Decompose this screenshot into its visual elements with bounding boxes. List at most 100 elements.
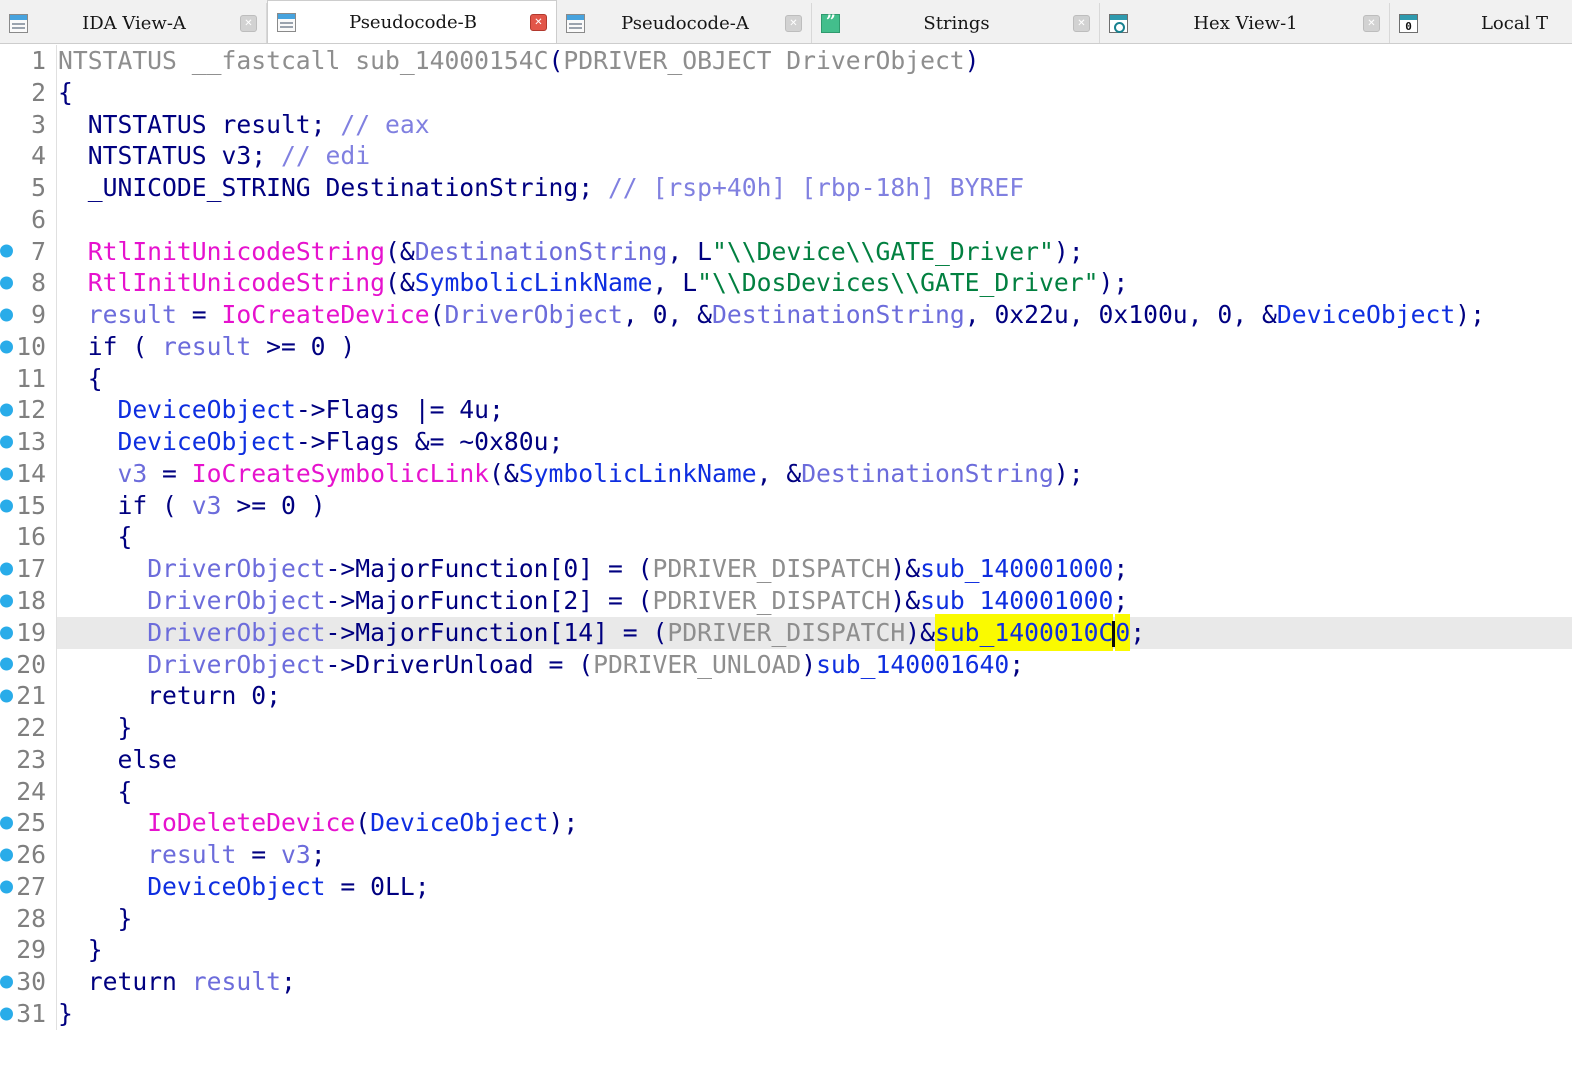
code-token[interactable]: 0 — [1115, 614, 1130, 651]
code-token[interactable]: ->MajorFunction[0] = ( — [326, 554, 653, 583]
code-text[interactable]: RtlInitUnicodeString(&SymbolicLinkName, … — [57, 267, 1572, 299]
code-line[interactable]: 1NTSTATUS __fastcall sub_14000154C(PDRIV… — [0, 45, 1572, 77]
code-token[interactable] — [58, 554, 147, 583]
code-token[interactable]: DriverObject — [147, 586, 325, 615]
code-token[interactable] — [58, 427, 117, 456]
code-line[interactable]: 19 DriverObject->MajorFunction[14] = (PD… — [0, 617, 1572, 649]
code-text[interactable]: } — [57, 934, 1572, 966]
code-line[interactable]: 6 — [0, 204, 1572, 236]
code-token[interactable]: sub_140001000 — [920, 586, 1113, 615]
code-token[interactable]: = — [177, 300, 222, 329]
code-token[interactable]: , L — [667, 237, 712, 266]
code-text[interactable]: NTSTATUS result; // eax — [57, 109, 1572, 141]
code-line[interactable]: 27 DeviceObject = 0LL; — [0, 871, 1572, 903]
code-token[interactable] — [58, 586, 147, 615]
code-token[interactable]: RtlInitUnicodeString — [88, 268, 385, 297]
close-tab-icon[interactable]: ✕ — [1363, 15, 1380, 32]
code-token[interactable]: (& — [385, 268, 415, 297]
code-token[interactable]: , L — [653, 268, 698, 297]
close-tab-icon[interactable]: ✕ — [240, 15, 257, 32]
code-token[interactable]: sub_1400010C — [935, 614, 1113, 651]
breakpoint-dot[interactable] — [0, 436, 13, 449]
code-text[interactable]: { — [57, 363, 1572, 395]
code-line[interactable]: 21 return 0; — [0, 680, 1572, 712]
code-line[interactable]: 24 { — [0, 776, 1572, 808]
code-token[interactable] — [58, 268, 88, 297]
code-line[interactable]: 14 v3 = IoCreateSymbolicLink(&SymbolicLi… — [0, 458, 1572, 490]
code-line[interactable]: 28 } — [0, 903, 1572, 935]
code-token[interactable]: result — [162, 332, 251, 361]
code-token[interactable]: ->MajorFunction[14] = ( — [326, 618, 668, 647]
breakpoint-dot[interactable] — [0, 340, 13, 353]
code-token[interactable]: SymbolicLinkName — [519, 459, 757, 488]
breakpoint-dot[interactable] — [0, 245, 13, 258]
code-token[interactable]: ->MajorFunction[2] = ( — [326, 586, 653, 615]
code-token[interactable]: IoCreateDevice — [222, 300, 430, 329]
code-token[interactable]: ->Flags |= 4u; — [296, 395, 504, 424]
code-text[interactable]: NTSTATUS __fastcall sub_14000154C(PDRIVE… — [57, 45, 1572, 77]
breakpoint-dot[interactable] — [0, 658, 13, 671]
code-text[interactable]: DriverObject->MajorFunction[14] = (PDRIV… — [57, 617, 1572, 649]
breakpoint-dot[interactable] — [0, 849, 13, 862]
code-text[interactable]: if ( result >= 0 ) — [57, 331, 1572, 363]
breakpoint-dot[interactable] — [0, 626, 13, 639]
code-token[interactable]: ); — [549, 808, 579, 837]
code-token[interactable]: ; — [281, 967, 296, 996]
code-token[interactable]: NTSTATUS __fastcall sub_14000154C — [58, 46, 548, 75]
code-token[interactable]: ( — [430, 300, 445, 329]
code-text[interactable]: DriverObject->MajorFunction[0] = (PDRIVE… — [57, 553, 1572, 585]
code-token[interactable]: = — [236, 840, 281, 869]
code-token[interactable]: (& — [489, 459, 519, 488]
code-text[interactable]: return 0; — [57, 680, 1572, 712]
code-token[interactable]: else — [58, 745, 177, 774]
code-token[interactable]: SymbolicLinkName — [415, 268, 653, 297]
code-line[interactable]: 15 if ( v3 >= 0 ) — [0, 490, 1572, 522]
code-line[interactable]: 13 DeviceObject->Flags &= ~0x80u; — [0, 426, 1572, 458]
breakpoint-dot[interactable] — [0, 690, 13, 703]
breakpoint-dot[interactable] — [0, 817, 13, 830]
code-token[interactable] — [58, 650, 147, 679]
breakpoint-dot[interactable] — [0, 404, 13, 417]
code-token[interactable]: NTSTATUS v3; — [58, 141, 281, 170]
code-token[interactable]: "\\Device\\GATE_Driver" — [712, 237, 1054, 266]
code-token[interactable] — [58, 808, 147, 837]
code-token[interactable]: DeviceObject — [370, 808, 548, 837]
code-token[interactable]: ( — [355, 808, 370, 837]
code-line[interactable]: 16 { — [0, 521, 1572, 553]
code-line[interactable]: 12 DeviceObject->Flags |= 4u; — [0, 394, 1572, 426]
code-token[interactable]: DestinationString — [415, 237, 668, 266]
code-text[interactable]: v3 = IoCreateSymbolicLink(&SymbolicLinkN… — [57, 458, 1572, 490]
code-line[interactable]: 31} — [0, 998, 1572, 1030]
code-line[interactable]: 8 RtlInitUnicodeString(&SymbolicLinkName… — [0, 267, 1572, 299]
code-token[interactable]: if ( — [58, 332, 162, 361]
code-text[interactable]: else — [57, 744, 1572, 776]
tab-pseudocode-b[interactable]: Pseudocode-B✕ — [267, 0, 557, 44]
code-token[interactable]: ; — [1009, 650, 1024, 679]
breakpoint-dot[interactable] — [0, 976, 13, 989]
code-token[interactable]: // edi — [281, 141, 370, 170]
code-token[interactable] — [58, 459, 117, 488]
code-token[interactable]: , 0, & — [623, 300, 712, 329]
code-text[interactable]: DriverObject->MajorFunction[2] = (PDRIVE… — [57, 585, 1572, 617]
code-text[interactable]: _UNICODE_STRING DestinationString; // [r… — [57, 172, 1572, 204]
code-text[interactable]: } — [57, 903, 1572, 935]
code-text[interactable]: DriverObject->DriverUnload = (PDRIVER_UN… — [57, 649, 1572, 681]
code-token[interactable]: // eax — [340, 110, 429, 139]
code-token[interactable]: DriverObject — [147, 650, 325, 679]
code-text[interactable]: DeviceObject->Flags &= ~0x80u; — [57, 426, 1572, 458]
code-token[interactable]: >= 0 ) — [222, 491, 326, 520]
code-token[interactable] — [58, 872, 147, 901]
code-line[interactable]: 26 result = v3; — [0, 839, 1572, 871]
code-token[interactable]: ) — [801, 650, 816, 679]
code-token[interactable]: = — [147, 459, 192, 488]
code-text[interactable]: return result; — [57, 966, 1572, 998]
code-token[interactable]: DestinationString — [712, 300, 965, 329]
code-text[interactable] — [57, 204, 1572, 236]
code-token[interactable]: ->DriverUnload = ( — [326, 650, 594, 679]
code-token[interactable]: PDRIVER_UNLOAD — [593, 650, 801, 679]
code-token[interactable]: { — [58, 364, 103, 393]
breakpoint-dot[interactable] — [0, 277, 13, 290]
code-token[interactable] — [58, 840, 147, 869]
code-text[interactable]: { — [57, 77, 1572, 109]
code-token[interactable]: // [rsp+40h] [rbp-18h] BYREF — [608, 173, 1024, 202]
